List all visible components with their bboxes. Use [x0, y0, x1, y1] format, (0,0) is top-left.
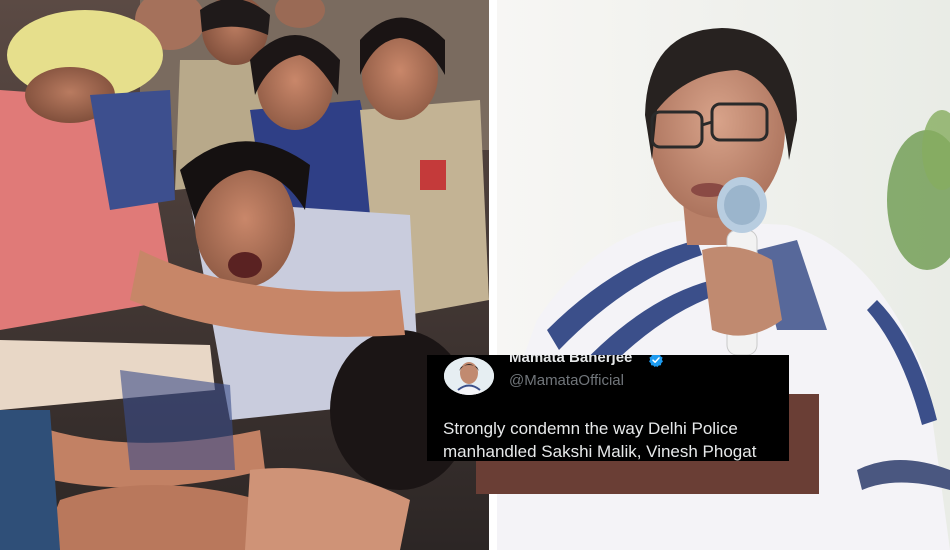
protest-photo	[0, 0, 489, 550]
tweet-body: Strongly condemn the way Delhi Police ma…	[443, 417, 789, 461]
author-avatar	[444, 357, 494, 395]
author-handle[interactable]: @MamataOfficial	[509, 372, 624, 389]
tweet-card: Mamata Banerjee @MamataOfficial Strongly…	[427, 355, 789, 461]
tweet-text-line: manhandled Sakshi Malik, Vinesh Phogat	[443, 442, 757, 461]
tweet-text-line: Strongly condemn the way Delhi Police	[443, 419, 738, 438]
verified-badge-icon	[649, 355, 663, 368]
author-name[interactable]: Mamata Banerjee	[509, 355, 632, 366]
composite-image: Mamata Banerjee @MamataOfficial Strongly…	[0, 0, 950, 550]
